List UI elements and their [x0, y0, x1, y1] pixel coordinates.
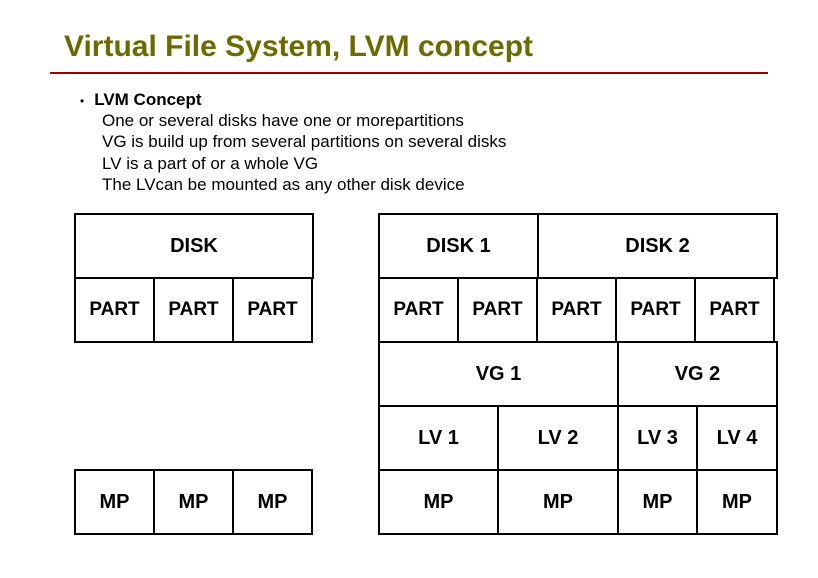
vg-cell: VG 1	[378, 341, 619, 407]
part-cell: PART	[232, 277, 313, 343]
lv-cell: LV 3	[617, 405, 698, 471]
vg-cell: VG 2	[617, 341, 778, 407]
slide-title: Virtual File System, LVM concept	[50, 30, 768, 64]
disk-cell: DISK 2	[537, 213, 778, 279]
diagram-lvm: DISK 1 DISK 2 PART PART PART PART PART V…	[378, 215, 778, 535]
mp-cell: MP	[378, 469, 499, 535]
bullet-line: One or several disks have one or morepar…	[102, 110, 768, 131]
spacer	[232, 341, 313, 407]
bullet-heading: LVM Concept	[94, 90, 201, 110]
bullet-body: One or several disks have one or morepar…	[80, 110, 768, 195]
mp-cell: MP	[74, 469, 155, 535]
mp-cell: MP	[153, 469, 234, 535]
spacer	[153, 405, 234, 471]
lv-cell: LV 2	[497, 405, 619, 471]
part-cell: PART	[615, 277, 696, 343]
mp-cell: MP	[232, 469, 313, 535]
mp-cell: MP	[696, 469, 778, 535]
bullet-section: • LVM Concept One or several disks have …	[50, 90, 768, 195]
diagram-simple: DISK PART PART PART MP MP MP	[74, 215, 314, 535]
bullet-line: LV is a part of or a whole VG	[102, 153, 768, 174]
bullet-line: The LVcan be mounted as any other disk d…	[102, 174, 768, 195]
part-cell: PART	[74, 277, 155, 343]
lv-cell: LV 1	[378, 405, 499, 471]
disk-cell: DISK 1	[378, 213, 539, 279]
spacer	[74, 405, 155, 471]
lv-cell: LV 4	[696, 405, 778, 471]
part-cell: PART	[694, 277, 775, 343]
spacer	[232, 405, 313, 471]
mp-cell: MP	[617, 469, 698, 535]
spacer	[74, 341, 155, 407]
bullet-line: VG is build up from several partitions o…	[102, 131, 768, 152]
part-cell: PART	[536, 277, 617, 343]
part-cell: PART	[153, 277, 234, 343]
title-underline	[50, 72, 768, 74]
spacer	[153, 341, 234, 407]
diagrams: DISK PART PART PART MP MP MP DISK 1 DISK…	[50, 215, 768, 535]
part-cell: PART	[457, 277, 538, 343]
disk-cell: DISK	[74, 213, 314, 279]
bullet-dot: •	[80, 94, 84, 108]
part-cell: PART	[378, 277, 459, 343]
mp-cell: MP	[497, 469, 619, 535]
